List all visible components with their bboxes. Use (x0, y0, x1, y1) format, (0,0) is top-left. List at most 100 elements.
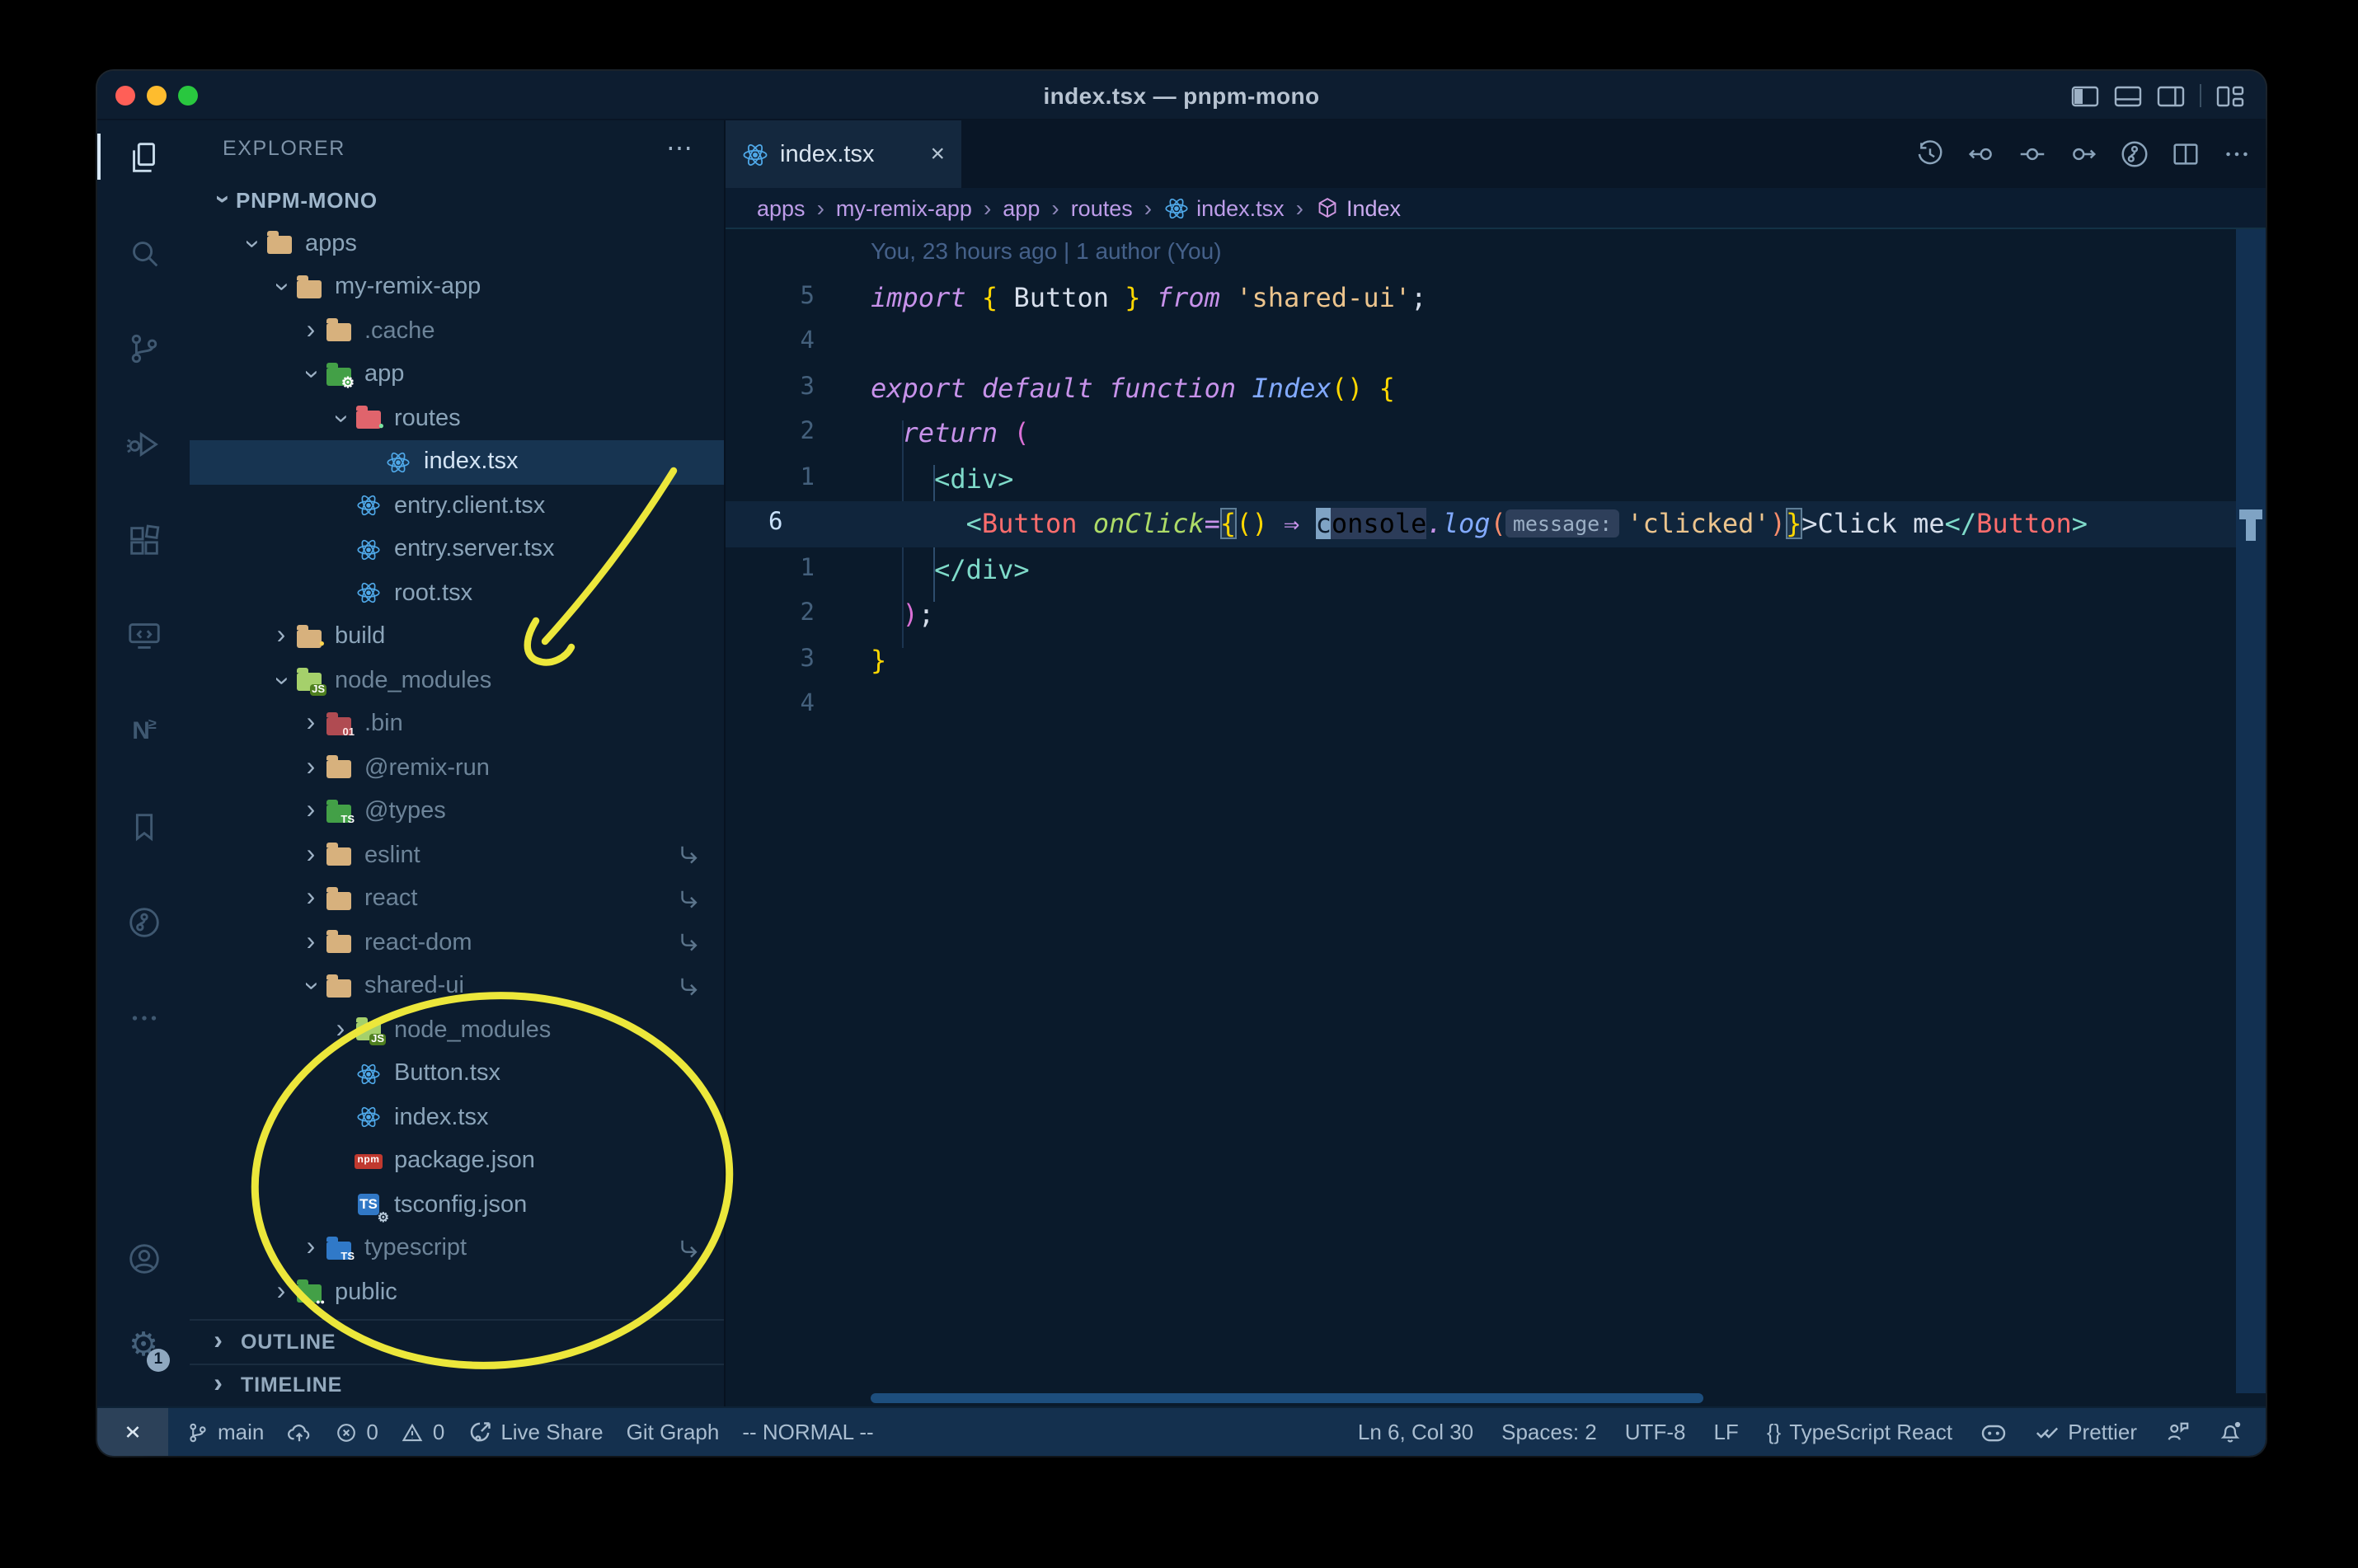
code-line[interactable]: 1 <div> (726, 456, 2236, 501)
tree-item-tsconfig-json[interactable]: TS ⚙ tsconfig.json (190, 1183, 724, 1227)
status-problems-warnings[interactable]: 0 (402, 1420, 444, 1444)
run-debug-icon[interactable] (97, 407, 190, 480)
tree-item-typescript[interactable]: › TS typescript (190, 1227, 724, 1270)
source-control-icon[interactable] (97, 312, 190, 384)
tree-item-package-json[interactable]: npm package.json (190, 1139, 724, 1183)
section-timeline[interactable]: › TIMELINE (190, 1363, 724, 1406)
breadcrumb-index-tsx[interactable]: index.tsx (1163, 195, 1285, 220)
chevron-right-icon[interactable]: › (297, 754, 325, 782)
chevron-down-icon[interactable]: › (268, 274, 296, 302)
close-tab-icon[interactable]: × (930, 140, 945, 168)
accounts-icon[interactable] (97, 1222, 190, 1294)
more-views-icon[interactable] (97, 981, 190, 1054)
tree-item-entry-server-tsx[interactable]: entry.server.tsx (190, 528, 724, 571)
section-outline[interactable]: › OUTLINE (190, 1319, 724, 1363)
gitlens-icon[interactable] (97, 885, 190, 958)
tree-item-public[interactable]: › ●● public (190, 1270, 724, 1314)
tree-item--types[interactable]: › TS @types (190, 790, 724, 833)
chevron-down-icon[interactable]: › (298, 973, 326, 1001)
file-history-icon[interactable] (1914, 138, 1946, 170)
nx-console-icon[interactable]: N≥ (97, 694, 190, 767)
code-line[interactable]: 2 return ( (726, 411, 2236, 456)
status-vim-mode[interactable]: -- NORMAL -- (742, 1420, 873, 1444)
tree-item-root-tsx[interactable]: root.tsx (190, 571, 724, 615)
chevron-right-icon[interactable]: › (297, 711, 325, 738)
code-line[interactable]: 2 ); (726, 592, 2236, 637)
chevron-right-icon[interactable]: › (267, 623, 295, 650)
chevron-right-icon[interactable]: › (267, 1279, 295, 1306)
status-live-share[interactable]: Live Share (467, 1420, 604, 1444)
status-encoding[interactable]: UTF-8 (1625, 1420, 1686, 1444)
tree-item-build[interactable]: › ● build (190, 615, 724, 659)
tree-item-eslint[interactable]: › eslint (190, 833, 724, 877)
tab-index-tsx[interactable]: index.tsx × (726, 120, 961, 188)
chevron-right-icon[interactable]: › (297, 842, 325, 869)
tree-item-my-remix-app[interactable]: › my-remix-app (190, 265, 724, 309)
code-line[interactable]: 6 <Button onClick={() ⇒ console.log(mess… (726, 501, 2236, 547)
tree-item-node-modules[interactable]: › JS node_modules (190, 659, 724, 702)
code-line[interactable]: 4 (726, 320, 2236, 365)
split-editor-icon[interactable] (2170, 138, 2201, 170)
previous-change-icon[interactable] (1966, 138, 1997, 170)
status-copilot[interactable] (1980, 1419, 2007, 1445)
chevron-right-icon[interactable]: › (297, 1235, 325, 1262)
tree-item-pnpm-mono[interactable]: › PNPM-MONO (190, 178, 724, 222)
status-remote[interactable] (97, 1407, 168, 1456)
breadcrumb-app[interactable]: app (1003, 195, 1040, 220)
toggle-panel-icon[interactable] (2114, 85, 2142, 106)
code-line[interactable]: 5 import { Button } from 'shared-ui'; (726, 275, 2236, 320)
status-feedback[interactable] (2165, 1420, 2190, 1444)
tree-item-apps[interactable]: › apps (190, 222, 724, 265)
code-line[interactable]: 1 </div> (726, 547, 2236, 592)
code-line[interactable]: 4 (726, 683, 2236, 728)
status-eol[interactable]: LF (1713, 1420, 1738, 1444)
open-change-icon[interactable] (2017, 138, 2048, 170)
status-publish[interactable] (287, 1420, 312, 1444)
code-line[interactable]: 3 export default function Index() { (726, 365, 2236, 411)
chevron-right-icon[interactable]: › (297, 929, 325, 956)
bookmarks-icon[interactable] (97, 790, 190, 862)
tree-item-routes[interactable]: › ● routes (190, 397, 724, 440)
chevron-right-icon[interactable]: › (297, 885, 325, 913)
tree-item-app[interactable]: › ⚙ app (190, 353, 724, 397)
commit-graph-icon[interactable] (2119, 138, 2150, 170)
chevron-right-icon[interactable]: › (326, 1016, 355, 1044)
status-indentation[interactable]: Spaces: 2 (1501, 1420, 1597, 1444)
status-prettier[interactable]: Prettier (2035, 1420, 2137, 1444)
tree-item-react-dom[interactable]: › react-dom (190, 921, 724, 965)
tree-item-entry-client-tsx[interactable]: entry.client.tsx (190, 484, 724, 528)
breadcrumb-index[interactable]: Index (1315, 195, 1401, 220)
tree-item-button-tsx[interactable]: Button.tsx (190, 1052, 724, 1096)
next-change-icon[interactable] (2068, 138, 2099, 170)
chevron-down-icon[interactable]: › (298, 361, 326, 389)
tree-item--cache[interactable]: › .cache (190, 309, 724, 353)
explorer-more-actions-icon[interactable]: ⋯ (666, 131, 694, 164)
settings-gear-icon[interactable]: ⚙ 1 (97, 1307, 190, 1380)
tree-item--remix-run[interactable]: › @remix-run (190, 746, 724, 790)
customize-layout-icon[interactable] (2216, 85, 2244, 106)
tree-item-index-tsx[interactable]: index.tsx (190, 440, 724, 484)
tree-item-index-tsx[interactable]: index.tsx (190, 1096, 724, 1139)
remote-explorer-icon[interactable] (97, 599, 190, 671)
chevron-right-icon[interactable]: › (297, 317, 325, 345)
tree-item-react[interactable]: › react (190, 877, 724, 921)
horizontal-scrollbar[interactable] (871, 1393, 1703, 1403)
explorer-icon[interactable] (97, 120, 190, 193)
vertical-scrollbar[interactable] (2236, 229, 2266, 1393)
more-actions-icon[interactable] (2221, 138, 2252, 170)
chevron-down-icon[interactable]: › (238, 230, 266, 258)
toggle-secondary-sidebar-icon[interactable] (2157, 85, 2185, 106)
breadcrumb-apps[interactable]: apps (757, 195, 806, 220)
tree-item-node-modules[interactable]: › JS node_modules (190, 1008, 724, 1052)
tree-item--bin[interactable]: › 01 .bin (190, 702, 724, 746)
breadcrumb-routes[interactable]: routes (1071, 195, 1133, 220)
chevron-down-icon[interactable]: › (209, 186, 237, 214)
breadcrumb-my-remix-app[interactable]: my-remix-app (836, 195, 972, 220)
status-cursor-position[interactable]: Ln 6, Col 30 (1358, 1420, 1473, 1444)
status-problems-errors[interactable]: 0 (335, 1420, 378, 1444)
toggle-sidebar-icon[interactable] (2071, 85, 2099, 106)
code-line[interactable]: 3} (726, 637, 2236, 683)
chevron-down-icon[interactable]: › (327, 405, 355, 433)
chevron-right-icon[interactable]: › (297, 798, 325, 825)
status-language-mode[interactable]: {} TypeScript React (1767, 1420, 1952, 1444)
